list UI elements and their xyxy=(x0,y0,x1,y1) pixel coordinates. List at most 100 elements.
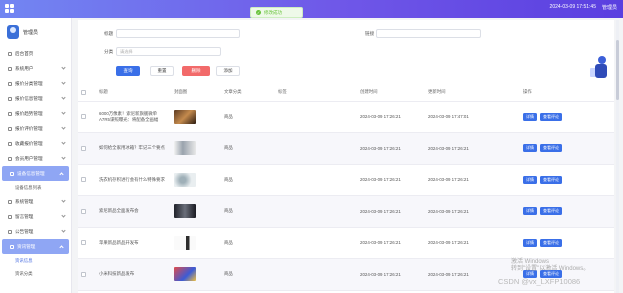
menu-item-label: 后台首页 xyxy=(15,50,34,56)
search-button[interactable]: 查询 xyxy=(116,66,140,76)
cover-cell xyxy=(171,258,221,291)
header-datetime: 2024-03-09 17:51:45 xyxy=(549,4,596,10)
title-label: 标题 xyxy=(104,31,114,36)
sidebar-menu-item[interactable]: 会员用户管理 xyxy=(0,151,71,166)
success-toast: ✓ 修改成功 xyxy=(250,7,303,18)
header-user[interactable]: 管理员 xyxy=(602,4,617,11)
detail-button[interactable]: 详情 xyxy=(523,238,537,247)
add-button[interactable]: 添加 xyxy=(216,66,240,76)
ops-cell: 详情 查看评论 xyxy=(520,227,614,259)
created-cell: 2024-03-09 17:26:21 xyxy=(357,195,425,228)
cover-image xyxy=(174,204,196,219)
view-comments-button[interactable]: 查看评论 xyxy=(540,112,562,121)
row-checkbox[interactable] xyxy=(81,240,86,246)
detail-button[interactable]: 详情 xyxy=(523,112,537,121)
view-comments-button[interactable]: 查看评论 xyxy=(540,238,562,247)
content-scrollbar[interactable] xyxy=(616,20,619,293)
column-header: 封面图 xyxy=(171,84,221,102)
row-select-cell[interactable] xyxy=(78,195,96,228)
updated-cell: 2024-03-09 17:26:21 xyxy=(425,195,520,228)
check-icon: ✓ xyxy=(256,10,261,15)
sidebar-menu-item[interactable]: 系统管理 xyxy=(0,194,71,209)
sidebar-submenu-item[interactable]: 资讯分类 xyxy=(0,267,71,280)
table-row[interactable]: 如何给全家用冰箱？牢记三个要点 商品 2024-03-09 17:26:21 2024… xyxy=(78,132,614,165)
header-right-info: 2024-03-09 17:51:45 管理员 xyxy=(550,4,617,11)
row-select-cell[interactable] xyxy=(78,258,96,291)
sidebar-menu-item[interactable]: 报价分类管理 xyxy=(0,76,71,91)
row-select-cell[interactable] xyxy=(78,132,96,165)
title-cell: 如何给全家用冰箱？牢记三个要点 xyxy=(96,132,171,165)
menu-item-icon xyxy=(8,229,12,234)
row-checkbox[interactable] xyxy=(81,145,86,151)
sidebar-menu-item[interactable]: 留言管理 xyxy=(0,209,71,224)
scrollbar-thumb[interactable] xyxy=(616,40,619,100)
sidebar-menu-item[interactable]: 收藏报价管理 xyxy=(0,136,71,151)
table-row[interactable]: 6000万像素！索尼新旗舰微单A7R5谍照曝光：将配备全画幅 商品 2024-03-… xyxy=(78,101,614,133)
updated-cell: 2024-03-09 17:26:21 xyxy=(425,164,520,196)
cover-image xyxy=(174,109,196,124)
title-input[interactable] xyxy=(116,29,240,38)
sidebar-menu-item[interactable]: 设备信息管理 xyxy=(2,166,69,181)
detail-button[interactable]: 详情 xyxy=(523,144,537,153)
tag-cell xyxy=(275,132,357,165)
sidebar-menu-item[interactable]: 报价信息管理 xyxy=(0,91,71,106)
row-checkbox[interactable] xyxy=(81,208,86,214)
row-checkbox[interactable] xyxy=(81,114,86,120)
column-header: 文章分类 xyxy=(221,84,275,102)
ops-cell: 详情 查看评论 xyxy=(520,132,614,165)
avatar xyxy=(7,25,19,39)
row-select-cell[interactable] xyxy=(78,101,96,133)
row-select-cell[interactable] xyxy=(78,227,96,259)
category-label: 分类 xyxy=(104,49,114,54)
grid-menu-icon[interactable] xyxy=(5,4,15,14)
sidebar-submenu-item[interactable]: 资讯信息 xyxy=(0,254,71,267)
detail-button[interactable]: 详情 xyxy=(523,207,537,216)
chevron-icon xyxy=(59,172,64,177)
tag-cell xyxy=(275,164,357,196)
table-row[interactable]: 洗衣机存积进行会有什么特殊要求 商品 2024-03-09 17:26:21 2024… xyxy=(78,164,614,196)
table-header-row: 标题 封面图 文章分类 标签 创建时间 更新时间 操作 xyxy=(78,84,614,102)
table-row[interactable]: 苹果新品新品开发布 商品 2024-03-09 17:26:21 2024-03-09… xyxy=(78,227,614,259)
sidebar-menu-item[interactable]: 报价趋势管理 xyxy=(0,106,71,121)
sidebar-menu-item[interactable]: 系统用户 xyxy=(0,61,71,76)
tag-cell xyxy=(275,258,357,291)
menu-item-label: 报价分类管理 xyxy=(15,80,43,86)
created-cell: 2024-03-09 17:26:21 xyxy=(357,227,425,259)
row-select-cell[interactable] xyxy=(78,164,96,196)
row-checkbox[interactable] xyxy=(81,271,86,277)
category-select[interactable]: 请选择 xyxy=(116,47,221,56)
ops-cell: 详情 查看评论 xyxy=(520,101,614,133)
row-checkbox[interactable] xyxy=(81,177,86,183)
cover-image xyxy=(174,172,196,187)
detail-button[interactable]: 详情 xyxy=(523,175,537,184)
view-comments-button[interactable]: 查看评论 xyxy=(540,144,562,153)
view-comments-button[interactable]: 查看评论 xyxy=(540,175,562,184)
category-cell: 商品 xyxy=(221,258,275,291)
column-header: 创建时间 xyxy=(357,84,425,102)
reset-button[interactable]: 重置 xyxy=(150,66,174,76)
csdn-watermark: CSDN @vx_LXFP10086 xyxy=(498,277,581,286)
chevron-icon xyxy=(61,198,66,203)
sidebar-menu-item[interactable]: 后台首页 xyxy=(0,46,71,61)
delete-button[interactable]: 删除 xyxy=(182,66,210,76)
chevron-icon xyxy=(61,228,66,233)
category-cell: 商品 xyxy=(221,227,275,259)
sidebar-menu-item[interactable]: 资讯管理 xyxy=(2,239,69,254)
sidebar-menu-item[interactable]: 公告管理 xyxy=(0,224,71,239)
select-all-header[interactable] xyxy=(78,84,96,102)
sidebar-submenu-item[interactable]: 设备信息列表 xyxy=(0,181,71,194)
table-row[interactable]: 索尼新品全面发布会 商品 2024-03-09 17:26:21 2024-03-09… xyxy=(78,195,614,228)
column-header: 标签 xyxy=(275,84,357,102)
menu-item-icon xyxy=(8,96,12,101)
sidebar-menu-item[interactable]: 报价评价管理 xyxy=(0,121,71,136)
select-all-checkbox[interactable] xyxy=(81,89,86,95)
title-cell: 洗衣机存积进行会有什么特殊要求 xyxy=(96,164,171,196)
menu-item-icon xyxy=(8,111,12,116)
link-input[interactable] xyxy=(376,29,481,38)
column-header: 标题 xyxy=(96,84,171,102)
menu-item-icon xyxy=(10,171,14,176)
link-label: 链接 xyxy=(365,31,375,36)
view-comments-button[interactable]: 查看评论 xyxy=(540,207,562,216)
sidebar: 管理员 后台首页 系统用户 报价分类管理 报价信息管理 报价趋势管理 报价评价管理 收藏报价… xyxy=(0,18,72,293)
main-content: 标题 链接 分类 请选择 查询 重置 删除 添加 标题 封面图 文章分类 标签 … xyxy=(78,20,614,293)
